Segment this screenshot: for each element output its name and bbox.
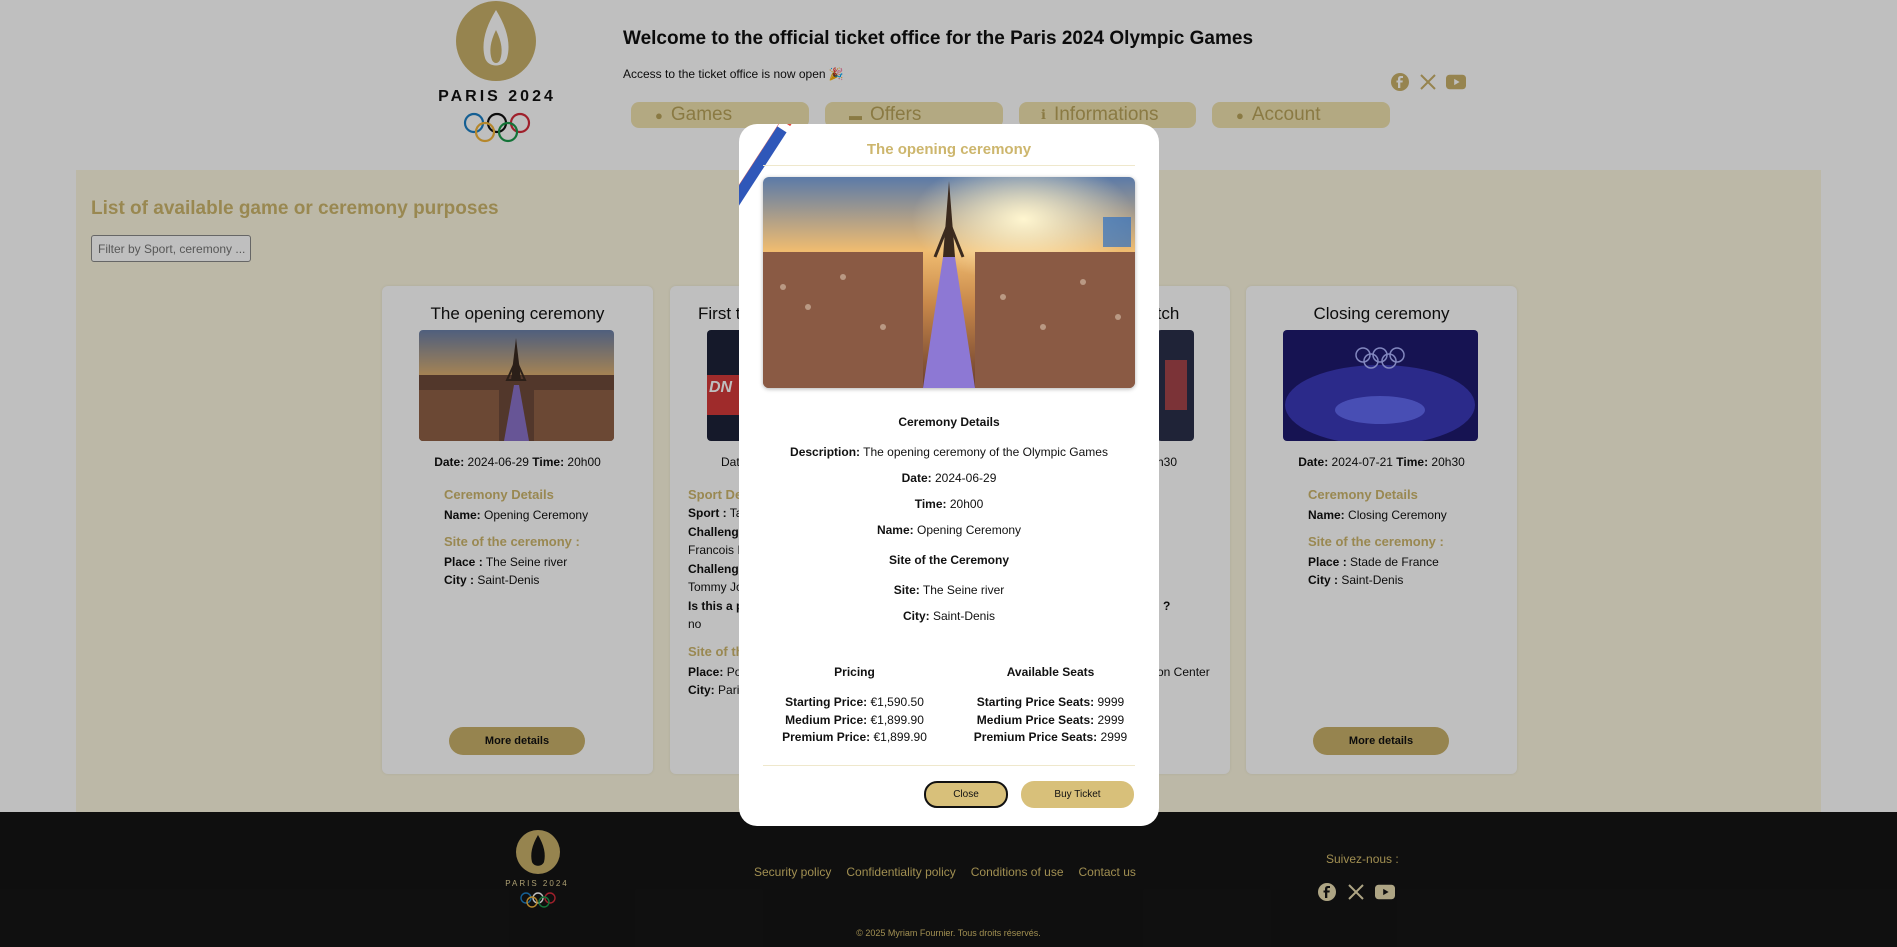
description-value: The opening ceremony of the Olympic Game… — [863, 445, 1108, 459]
price-value: €1,899.90 — [870, 712, 924, 727]
date-label: Date: — [901, 471, 932, 485]
seats-medium: Medium Price Seats: 2999 — [963, 712, 1138, 730]
name-label: Name: — [876, 523, 914, 537]
seats-heading: Available Seats — [1006, 665, 1095, 679]
price-starting: Starting Price: €1,590.50 — [777, 694, 932, 712]
divider — [763, 165, 1135, 166]
divider — [763, 765, 1135, 766]
seats-value: 2999 — [1100, 730, 1128, 744]
details-heading: Ceremony Details — [898, 415, 1000, 429]
price-label: Starting Price: — [785, 695, 868, 709]
description-line: Description: The opening ceremony of the… — [739, 445, 1159, 459]
price-label: Premium Price: — [782, 730, 871, 744]
site-heading: Site of the Ceremony — [888, 553, 1010, 567]
modal-title: The opening ceremony — [866, 141, 1032, 158]
seats-label: Starting Price Seats: — [976, 695, 1095, 709]
time-value: 20h00 — [949, 497, 984, 511]
price-premium: Premium Price: €1,899.90 — [777, 729, 932, 747]
site-value: The Seine river — [922, 583, 1005, 597]
pricing-heading: Pricing — [834, 665, 875, 679]
price-medium: Medium Price: €1,899.90 — [777, 712, 932, 730]
seats-starting: Starting Price Seats: 9999 — [963, 694, 1138, 712]
price-label: Medium Price: — [785, 712, 868, 727]
city-line: City: Saint-Denis — [739, 609, 1159, 623]
description-label: Description: — [790, 445, 861, 459]
city-value: Saint-Denis — [932, 609, 996, 623]
seats-column: Available Seats Starting Price Seats: 99… — [963, 665, 1138, 747]
time-line: Time: 20h00 — [739, 497, 1159, 511]
opening-ceremony-image — [763, 177, 1135, 388]
city-label: City: — [902, 609, 930, 623]
site-label: Site: — [893, 583, 920, 597]
event-details-modal: The opening ceremony Ceremony Details De… — [739, 124, 1159, 826]
seats-value: 9999 — [1097, 695, 1125, 709]
date-value: 2024-06-29 — [934, 471, 997, 485]
name-value: Opening Ceremony — [916, 523, 1022, 537]
seats-value: 2999 — [1097, 712, 1125, 727]
price-value: €1,590.50 — [870, 695, 924, 709]
site-line: Site: The Seine river — [739, 583, 1159, 597]
name-line: Name: Opening Ceremony — [739, 523, 1159, 537]
price-value: €1,899.90 — [873, 730, 927, 744]
time-label: Time: — [914, 497, 947, 511]
seats-label: Medium Price Seats: — [976, 712, 1095, 727]
pricing-column: Pricing Starting Price: €1,590.50 Medium… — [777, 665, 932, 747]
close-button[interactable]: Close — [924, 781, 1008, 808]
seats-premium: Premium Price Seats: 2999 — [963, 729, 1138, 747]
buy-ticket-button[interactable]: Buy Ticket — [1021, 781, 1134, 808]
date-line: Date: 2024-06-29 — [739, 471, 1159, 485]
seats-label: Premium Price Seats: — [973, 730, 1098, 744]
